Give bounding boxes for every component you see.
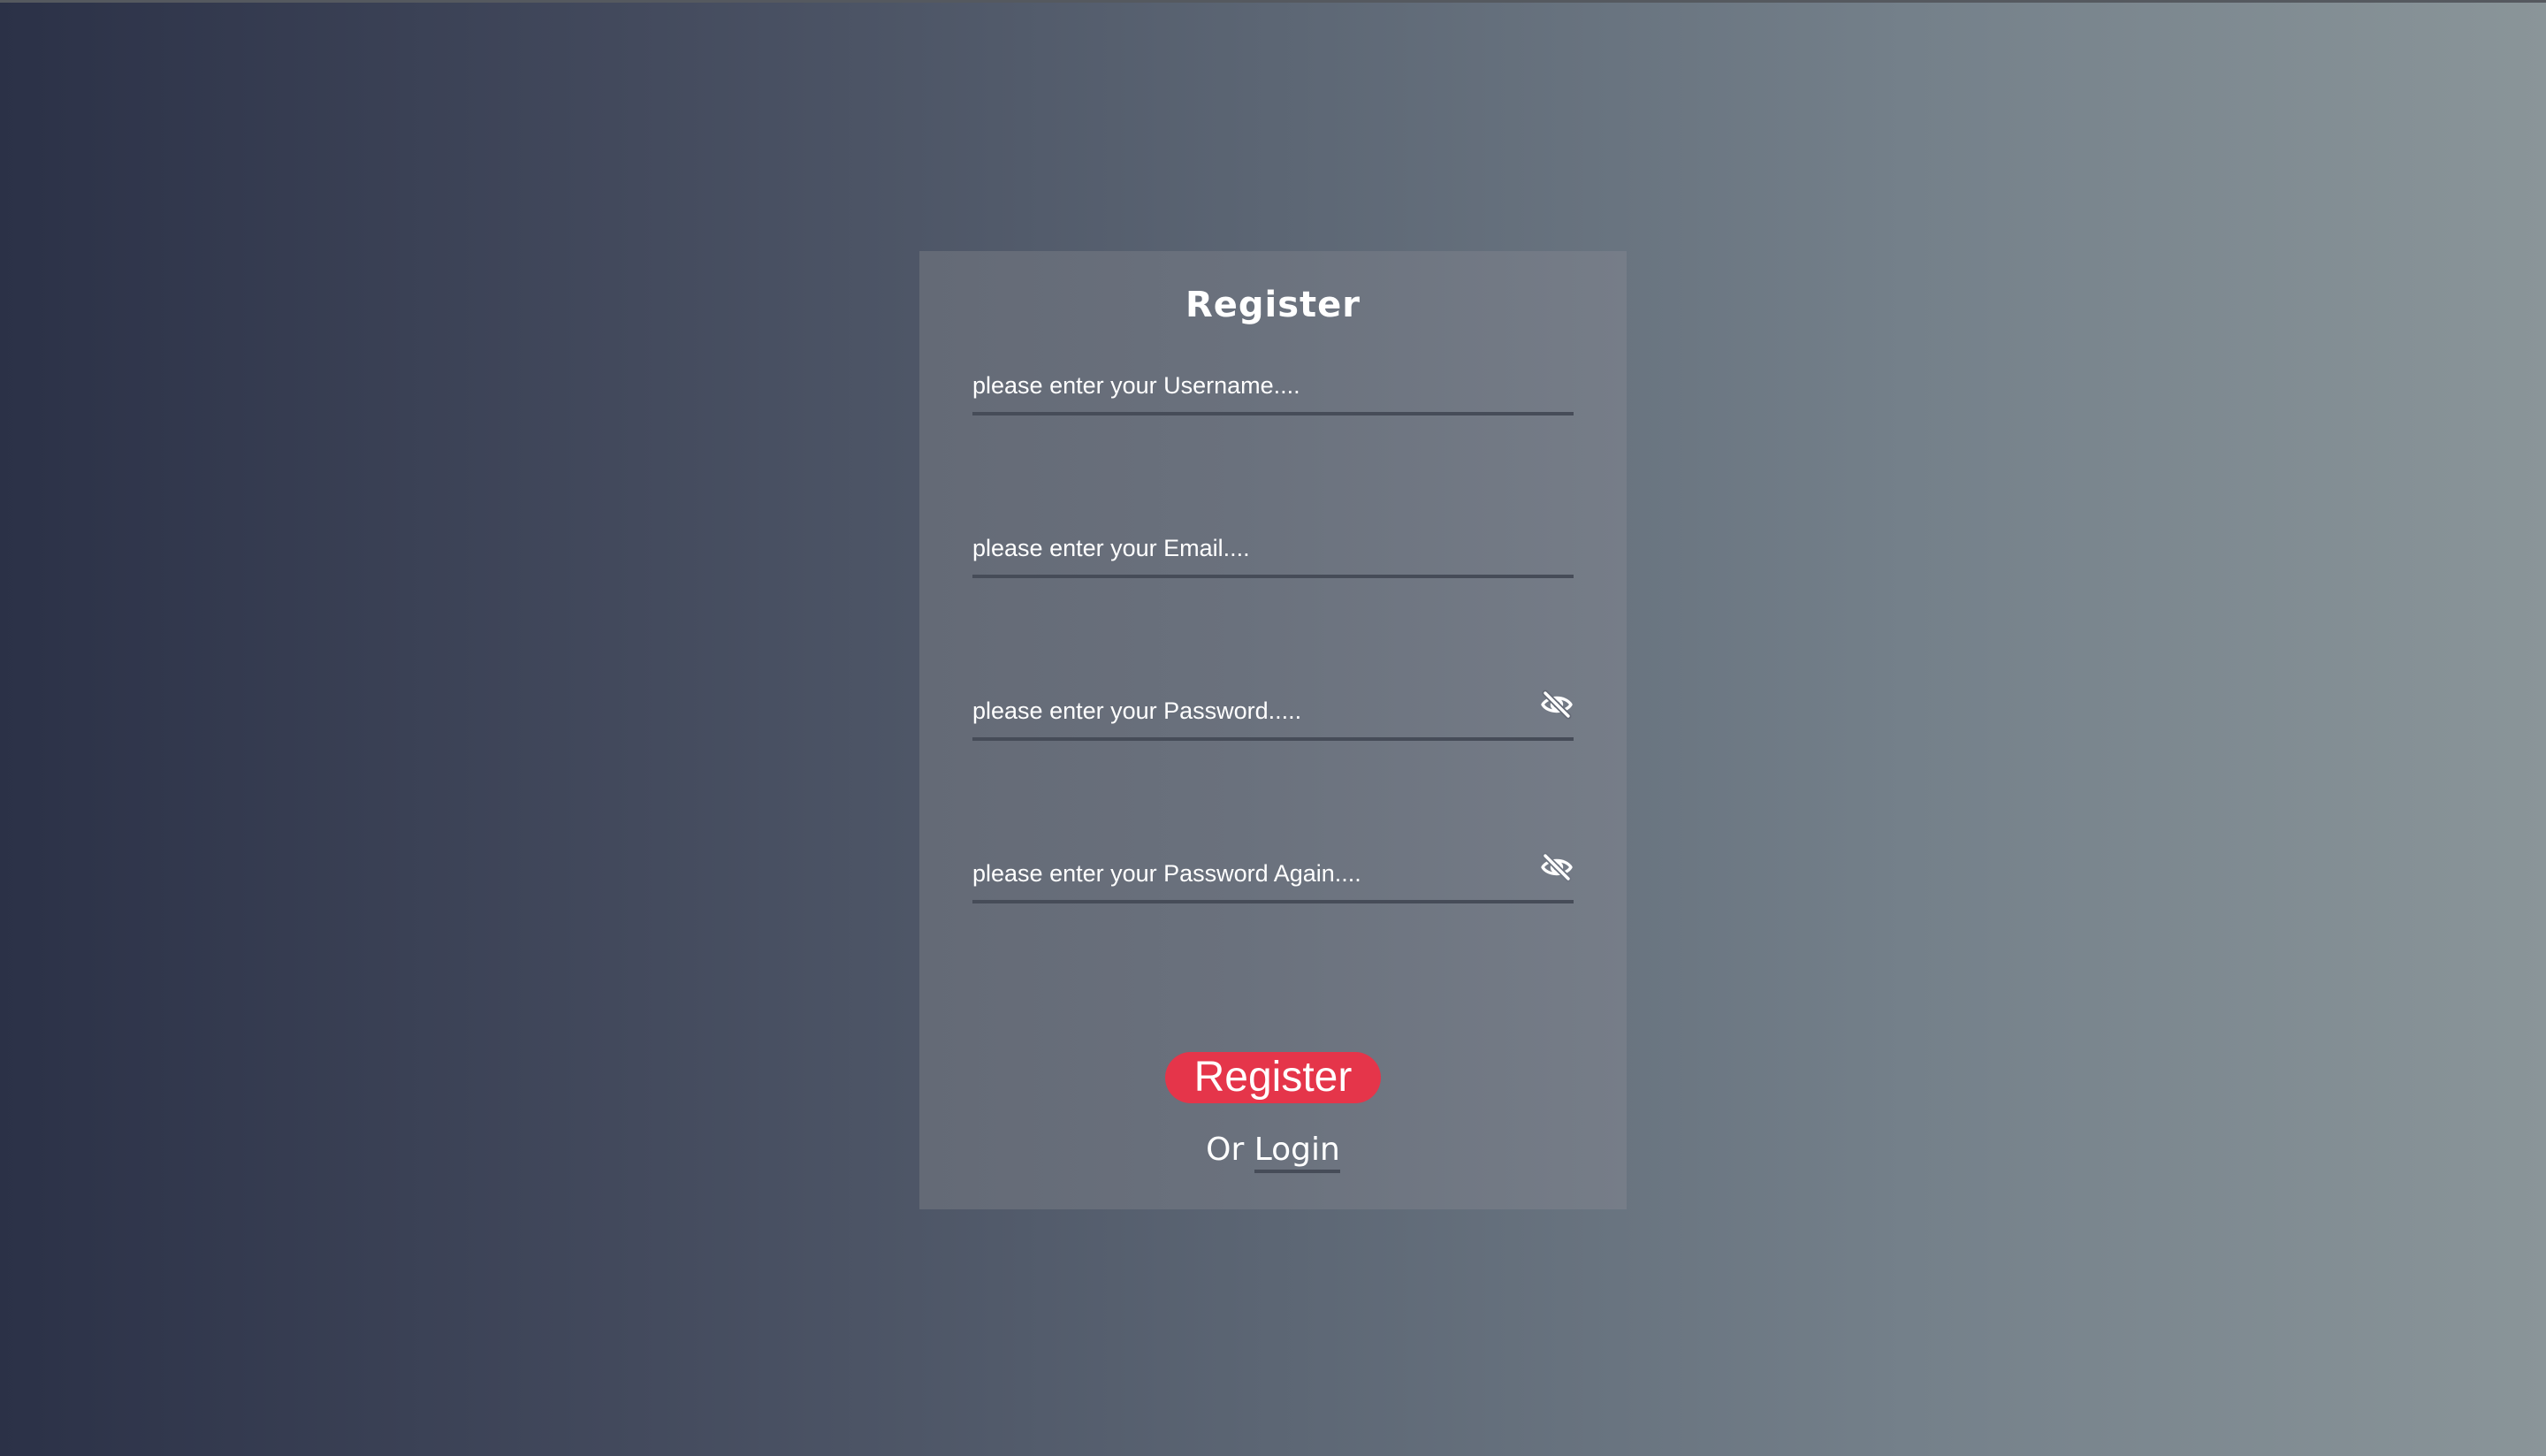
- eye-slash-icon[interactable]: [1540, 852, 1574, 882]
- username-input[interactable]: [972, 359, 1503, 412]
- password-input[interactable]: [972, 684, 1503, 737]
- register-button[interactable]: Register: [1165, 1052, 1381, 1103]
- password-again-input[interactable]: [972, 847, 1503, 900]
- register-card: Register Register Or: [919, 251, 1627, 1209]
- email-input[interactable]: [972, 522, 1503, 575]
- or-text: Or: [1206, 1132, 1245, 1168]
- password-field-group: [972, 684, 1574, 741]
- login-prompt: Or Login: [919, 1132, 1627, 1173]
- login-link[interactable]: Login: [1254, 1132, 1340, 1173]
- username-field-group: [972, 359, 1574, 415]
- email-field-group: [972, 522, 1574, 578]
- eye-slash-icon[interactable]: [1540, 690, 1574, 720]
- form-title: Register: [1185, 285, 1361, 325]
- top-border: [0, 0, 2546, 3]
- password-again-field-group: [972, 847, 1574, 903]
